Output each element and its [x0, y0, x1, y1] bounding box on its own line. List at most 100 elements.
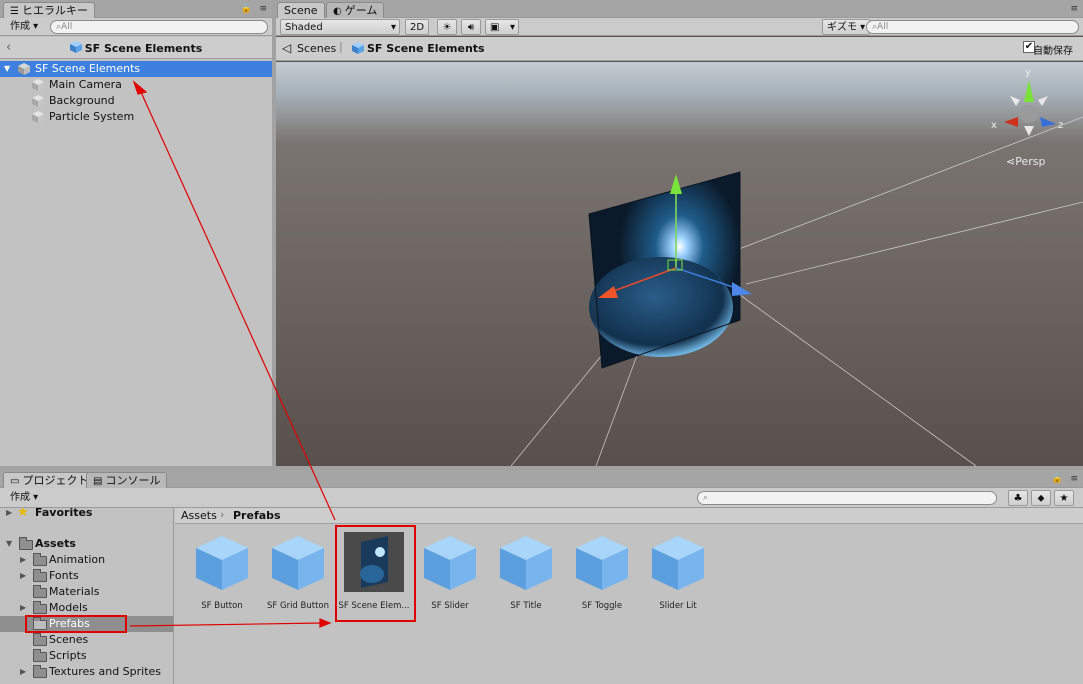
panel-menu-icon[interactable]: ≡: [1070, 474, 1078, 484]
collapsed-arrow-icon[interactable]: ▶: [20, 664, 26, 680]
project-create-button[interactable]: 作成 ▾: [6, 490, 42, 506]
effects-dropdown[interactable]: ▣ ▾: [485, 19, 519, 35]
breadcrumb-scenes[interactable]: Scenes: [297, 42, 336, 55]
tab-console[interactable]: ▤ コンソール: [86, 472, 168, 488]
hierarchy-search-placeholder: All: [61, 22, 73, 32]
collapsed-arrow-icon[interactable]: ▶: [20, 552, 26, 568]
hierarchy-item-background[interactable]: Background: [0, 93, 272, 109]
folder-label: Materials: [49, 585, 100, 598]
lock-icon[interactable]: 🔒: [241, 4, 252, 14]
asset-item[interactable]: SF Title: [488, 528, 564, 611]
prefab-cube-icon: [18, 63, 30, 75]
tab-game[interactable]: ◐ ゲーム: [326, 2, 385, 18]
tree-favorites[interactable]: ▶ ★ Favorites: [0, 505, 173, 521]
folder-icon: [33, 649, 47, 662]
path-prefabs[interactable]: Prefabs: [233, 509, 281, 522]
gizmos-dropdown[interactable]: ギズモ ▾: [822, 19, 871, 35]
pacman-icon: ◐: [333, 6, 342, 17]
shading-mode-value: Shaded: [285, 22, 323, 33]
panel-menu-icon[interactable]: ≡: [259, 4, 267, 14]
filter-by-type-button[interactable]: ♣: [1008, 490, 1028, 506]
asset-label: SF Grid Button: [267, 601, 329, 611]
project-tabstrip: ▭ プロジェクト ▤ コンソール 🔒 ≡: [0, 470, 1083, 489]
collapsed-arrow-icon[interactable]: ▶: [20, 600, 26, 616]
asset-item[interactable]: SF Slider: [412, 528, 488, 611]
tree-folder-materials[interactable]: Materials: [0, 584, 173, 600]
tree-folder-scripts[interactable]: Scripts: [0, 648, 173, 664]
breadcrumb-title: SF Scene Elements: [84, 42, 203, 55]
perspective-toggle[interactable]: ⋖Persp: [1006, 155, 1045, 168]
hierarchy-root-row[interactable]: ▼ SF Scene Elements: [0, 61, 272, 77]
panel-menu-icon[interactable]: ≡: [1070, 4, 1078, 14]
console-icon: ▤: [93, 476, 103, 487]
axis-label-z: z: [1058, 120, 1064, 131]
asset-label: SF Toggle: [581, 601, 623, 611]
tree-folder-textures[interactable]: ▶ Textures and Sprites: [0, 664, 173, 680]
tree-folder-models[interactable]: ▶ Models: [0, 600, 173, 616]
asset-item[interactable]: Slider Lit: [640, 528, 716, 611]
prefab-cube-icon: [652, 536, 704, 590]
hierarchy-item-particle-system[interactable]: Particle System: [0, 109, 272, 125]
path-assets[interactable]: Assets: [181, 509, 217, 522]
prefab-cube-icon: [272, 536, 324, 590]
tab-scene[interactable]: Scene: [277, 2, 325, 19]
prefab-cube-icon: [352, 42, 364, 54]
favorite-button[interactable]: ★: [1054, 490, 1074, 506]
prefab-cube-icon: [576, 536, 628, 590]
folder-label: Animation: [49, 553, 106, 566]
asset-path-bar: Assets › Prefabs: [175, 508, 1083, 524]
asset-label: SF Title: [510, 601, 542, 611]
folder-icon: [33, 569, 47, 582]
filter-by-label-button[interactable]: ⬥: [1031, 490, 1051, 506]
expand-arrow-icon[interactable]: ▼: [4, 61, 10, 77]
asset-item[interactable]: SF Toggle: [564, 528, 640, 611]
scene-toolbar: Shaded ▾ 2D ☀ 🔊︎ ▣ ▾ ギズモ ▾ ⌕All: [276, 18, 1083, 36]
prefab-cube-icon: [424, 536, 476, 590]
star-icon: ★: [17, 505, 29, 520]
asset-item[interactable]: SF Grid Button: [260, 528, 336, 611]
gameobject-cube-icon: [32, 111, 44, 123]
scene-viewport[interactable]: y x z ⋖Persp: [276, 62, 1083, 466]
tree-assets[interactable]: ▼ Assets: [0, 536, 173, 552]
image-icon: ▣: [490, 22, 500, 33]
sun-icon: ☀: [442, 22, 452, 33]
lock-icon[interactable]: 🔒: [1052, 474, 1063, 484]
folder-icon: ▭: [10, 476, 20, 487]
scene-panel: Scene ◐ ゲーム ≡ Shaded ▾ 2D ☀ 🔊︎ ▣ ▾ ギズモ ▾ ⌕A…: [276, 0, 1083, 466]
persp-label: Persp: [1015, 155, 1046, 168]
tab-hierarchy[interactable]: ☰ ヒエラルキー: [3, 2, 95, 19]
folder-icon: [33, 601, 47, 614]
create-button[interactable]: 作成 ▾: [6, 19, 42, 35]
unity-logo-icon: ◁: [282, 41, 292, 55]
toggle-2d-button[interactable]: 2D: [405, 19, 430, 35]
scene-search-input[interactable]: ⌕All: [866, 20, 1079, 34]
folder-label: Scripts: [49, 649, 87, 662]
asset-label: SF Button: [201, 601, 243, 611]
breadcrumb-divider: |: [339, 40, 343, 53]
audio-toggle[interactable]: 🔊︎: [461, 19, 481, 35]
tree-folder-scenes[interactable]: Scenes: [0, 632, 173, 648]
lighting-toggle[interactable]: ☀: [437, 19, 457, 35]
collapsed-arrow-icon[interactable]: ▶: [20, 568, 26, 584]
dropdown-arrow-icon: ▾: [509, 22, 515, 33]
folder-label: Scenes: [49, 633, 89, 646]
breadcrumb: ‹ SF Scene Elements: [0, 37, 272, 59]
favorites-label: Favorites: [35, 506, 93, 519]
folder-label: Fonts: [49, 569, 79, 582]
console-tab-label: コンソール: [105, 474, 161, 487]
speaker-icon: 🔊︎: [467, 22, 475, 33]
hierarchy-search-input[interactable]: ⌕All: [50, 20, 268, 34]
project-search-input[interactable]: ⌕: [697, 491, 997, 505]
asset-item[interactable]: SF Button: [184, 528, 260, 611]
hierarchy-item-main-camera[interactable]: Main Camera: [0, 77, 272, 93]
shading-mode-dropdown[interactable]: Shaded ▾: [280, 19, 400, 35]
dropdown-arrow-icon: ▾: [390, 22, 396, 33]
breadcrumb-title-wrap: SF Scene Elements: [0, 41, 272, 55]
collapsed-arrow-icon[interactable]: ▶: [6, 505, 12, 521]
tree-folder-animation[interactable]: ▶ Animation: [0, 552, 173, 568]
tree-folder-fonts[interactable]: ▶ Fonts: [0, 568, 173, 584]
expanded-arrow-icon[interactable]: ▼: [6, 536, 12, 552]
hierarchy-root-label: SF Scene Elements: [35, 62, 141, 75]
tab-project[interactable]: ▭ プロジェクト: [3, 472, 96, 489]
prefabs-highlight-box: [25, 615, 127, 633]
